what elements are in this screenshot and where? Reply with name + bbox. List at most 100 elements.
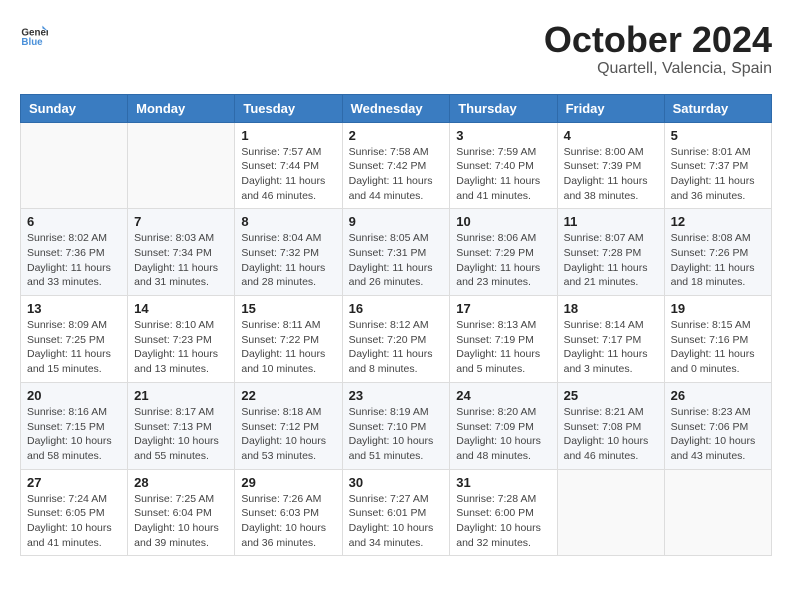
calendar-cell: 19 Sunrise: 8:15 AMSunset: 7:16 PMDayligh… [664, 296, 771, 383]
calendar-cell: 16 Sunrise: 8:12 AMSunset: 7:20 PMDayligh… [342, 296, 450, 383]
day-number: 6 [27, 214, 121, 229]
calendar-cell: 25 Sunrise: 8:21 AMSunset: 7:08 PMDayligh… [557, 382, 664, 469]
calendar-cell: 5 Sunrise: 8:01 AMSunset: 7:37 PMDaylight… [664, 122, 771, 209]
day-number: 7 [134, 214, 228, 229]
calendar-cell [128, 122, 235, 209]
calendar-cell: 31Sunrise: 7:28 AMSunset: 6:00 PMDayligh… [450, 469, 557, 556]
day-number: 1 [241, 128, 335, 143]
day-info: Sunrise: 8:02 AMSunset: 7:36 PMDaylight:… [27, 231, 121, 290]
calendar-cell: 15 Sunrise: 8:11 AMSunset: 7:22 PMDayligh… [235, 296, 342, 383]
weekday-header-sunday: Sunday [21, 94, 128, 122]
day-info: Sunrise: 8:10 AMSunset: 7:23 PMDaylight:… [134, 318, 228, 377]
weekday-header-thursday: Thursday [450, 94, 557, 122]
calendar-cell: 13 Sunrise: 8:09 AMSunset: 7:25 PMDayligh… [21, 296, 128, 383]
day-number: 3 [456, 128, 550, 143]
day-number: 19 [671, 301, 765, 316]
calendar-cell: 30 Sunrise: 7:27 AMSunset: 6:01 PMDayligh… [342, 469, 450, 556]
weekday-header-friday: Friday [557, 94, 664, 122]
day-number: 12 [671, 214, 765, 229]
day-number: 30 [349, 475, 444, 490]
calendar-cell: 2 Sunrise: 7:58 AMSunset: 7:42 PMDaylight… [342, 122, 450, 209]
calendar-cell: 24Sunrise: 8:20 AMSunset: 7:09 PMDayligh… [450, 382, 557, 469]
day-info: Sunrise: 7:27 AMSunset: 6:01 PMDaylight:… [349, 492, 444, 551]
day-number: 9 [349, 214, 444, 229]
day-number: 27 [27, 475, 121, 490]
day-info: Sunrise: 8:14 AMSunset: 7:17 PMDaylight:… [564, 318, 658, 377]
day-info: Sunrise: 8:09 AMSunset: 7:25 PMDaylight:… [27, 318, 121, 377]
calendar-cell: 20 Sunrise: 8:16 AMSunset: 7:15 PMDayligh… [21, 382, 128, 469]
day-number: 24 [456, 388, 550, 403]
day-info: Sunrise: 8:13 AMSunset: 7:19 PMDaylight:… [456, 318, 550, 377]
week-row-3: 13 Sunrise: 8:09 AMSunset: 7:25 PMDayligh… [21, 296, 772, 383]
day-number: 14 [134, 301, 228, 316]
week-row-4: 20 Sunrise: 8:16 AMSunset: 7:15 PMDayligh… [21, 382, 772, 469]
day-number: 22 [241, 388, 335, 403]
day-info: Sunrise: 8:06 AMSunset: 7:29 PMDaylight:… [456, 231, 550, 290]
calendar-cell: 23 Sunrise: 8:19 AMSunset: 7:10 PMDayligh… [342, 382, 450, 469]
calendar-cell: 21Sunrise: 8:17 AMSunset: 7:13 PMDayligh… [128, 382, 235, 469]
day-info: Sunrise: 8:04 AMSunset: 7:32 PMDaylight:… [241, 231, 335, 290]
weekday-header-monday: Monday [128, 94, 235, 122]
day-info: Sunrise: 8:16 AMSunset: 7:15 PMDaylight:… [27, 405, 121, 464]
day-info: Sunrise: 7:58 AMSunset: 7:42 PMDaylight:… [349, 145, 444, 204]
day-info: Sunrise: 7:28 AMSunset: 6:00 PMDaylight:… [456, 492, 550, 551]
day-info: Sunrise: 8:15 AMSunset: 7:16 PMDaylight:… [671, 318, 765, 377]
day-info: Sunrise: 8:01 AMSunset: 7:37 PMDaylight:… [671, 145, 765, 204]
day-number: 26 [671, 388, 765, 403]
day-info: Sunrise: 8:19 AMSunset: 7:10 PMDaylight:… [349, 405, 444, 464]
calendar-cell: 12 Sunrise: 8:08 AMSunset: 7:26 PMDayligh… [664, 209, 771, 296]
day-number: 13 [27, 301, 121, 316]
calendar-cell: 4Sunrise: 8:00 AMSunset: 7:39 PMDaylight… [557, 122, 664, 209]
day-info: Sunrise: 8:18 AMSunset: 7:12 PMDaylight:… [241, 405, 335, 464]
week-row-2: 6 Sunrise: 8:02 AMSunset: 7:36 PMDaylight… [21, 209, 772, 296]
weekday-header-wednesday: Wednesday [342, 94, 450, 122]
day-number: 15 [241, 301, 335, 316]
day-info: Sunrise: 8:12 AMSunset: 7:20 PMDaylight:… [349, 318, 444, 377]
week-row-5: 27 Sunrise: 7:24 AMSunset: 6:05 PMDayligh… [21, 469, 772, 556]
day-number: 11 [564, 214, 658, 229]
calendar-cell [21, 122, 128, 209]
calendar-cell: 28Sunrise: 7:25 AMSunset: 6:04 PMDayligh… [128, 469, 235, 556]
day-number: 16 [349, 301, 444, 316]
calendar-cell: 1Sunrise: 7:57 AMSunset: 7:44 PMDaylight… [235, 122, 342, 209]
calendar-cell: 26 Sunrise: 8:23 AMSunset: 7:06 PMDayligh… [664, 382, 771, 469]
day-info: Sunrise: 7:25 AMSunset: 6:04 PMDaylight:… [134, 492, 228, 551]
day-number: 4 [564, 128, 658, 143]
day-info: Sunrise: 7:59 AMSunset: 7:40 PMDaylight:… [456, 145, 550, 204]
calendar-cell: 3 Sunrise: 7:59 AMSunset: 7:40 PMDaylight… [450, 122, 557, 209]
day-number: 10 [456, 214, 550, 229]
weekday-header-row: SundayMondayTuesdayWednesdayThursdayFrid… [21, 94, 772, 122]
calendar-cell [557, 469, 664, 556]
calendar-cell: 17 Sunrise: 8:13 AMSunset: 7:19 PMDayligh… [450, 296, 557, 383]
day-info: Sunrise: 7:24 AMSunset: 6:05 PMDaylight:… [27, 492, 121, 551]
day-info: Sunrise: 8:05 AMSunset: 7:31 PMDaylight:… [349, 231, 444, 290]
calendar-cell: 8 Sunrise: 8:04 AMSunset: 7:32 PMDaylight… [235, 209, 342, 296]
day-info: Sunrise: 8:11 AMSunset: 7:22 PMDaylight:… [241, 318, 335, 377]
week-row-1: 1Sunrise: 7:57 AMSunset: 7:44 PMDaylight… [21, 122, 772, 209]
day-number: 5 [671, 128, 765, 143]
calendar-cell: 10 Sunrise: 8:06 AMSunset: 7:29 PMDayligh… [450, 209, 557, 296]
day-number: 17 [456, 301, 550, 316]
weekday-header-saturday: Saturday [664, 94, 771, 122]
logo-icon: General Blue [20, 20, 48, 48]
day-info: Sunrise: 8:21 AMSunset: 7:08 PMDaylight:… [564, 405, 658, 464]
day-number: 2 [349, 128, 444, 143]
day-number: 23 [349, 388, 444, 403]
day-info: Sunrise: 8:23 AMSunset: 7:06 PMDaylight:… [671, 405, 765, 464]
page-header: General Blue October 2024 Quartell, Vale… [20, 20, 772, 78]
day-number: 20 [27, 388, 121, 403]
svg-text:Blue: Blue [21, 37, 43, 48]
day-number: 25 [564, 388, 658, 403]
location-title: Quartell, Valencia, Spain [544, 60, 772, 78]
calendar-cell: 14 Sunrise: 8:10 AMSunset: 7:23 PMDayligh… [128, 296, 235, 383]
calendar-cell: 29 Sunrise: 7:26 AMSunset: 6:03 PMDayligh… [235, 469, 342, 556]
day-number: 18 [564, 301, 658, 316]
day-info: Sunrise: 8:08 AMSunset: 7:26 PMDaylight:… [671, 231, 765, 290]
day-number: 29 [241, 475, 335, 490]
calendar-cell: 7Sunrise: 8:03 AMSunset: 7:34 PMDaylight… [128, 209, 235, 296]
calendar-cell: 18 Sunrise: 8:14 AMSunset: 7:17 PMDayligh… [557, 296, 664, 383]
day-number: 8 [241, 214, 335, 229]
calendar-cell: 22 Sunrise: 8:18 AMSunset: 7:12 PMDayligh… [235, 382, 342, 469]
day-info: Sunrise: 8:07 AMSunset: 7:28 PMDaylight:… [564, 231, 658, 290]
day-info: Sunrise: 7:26 AMSunset: 6:03 PMDaylight:… [241, 492, 335, 551]
